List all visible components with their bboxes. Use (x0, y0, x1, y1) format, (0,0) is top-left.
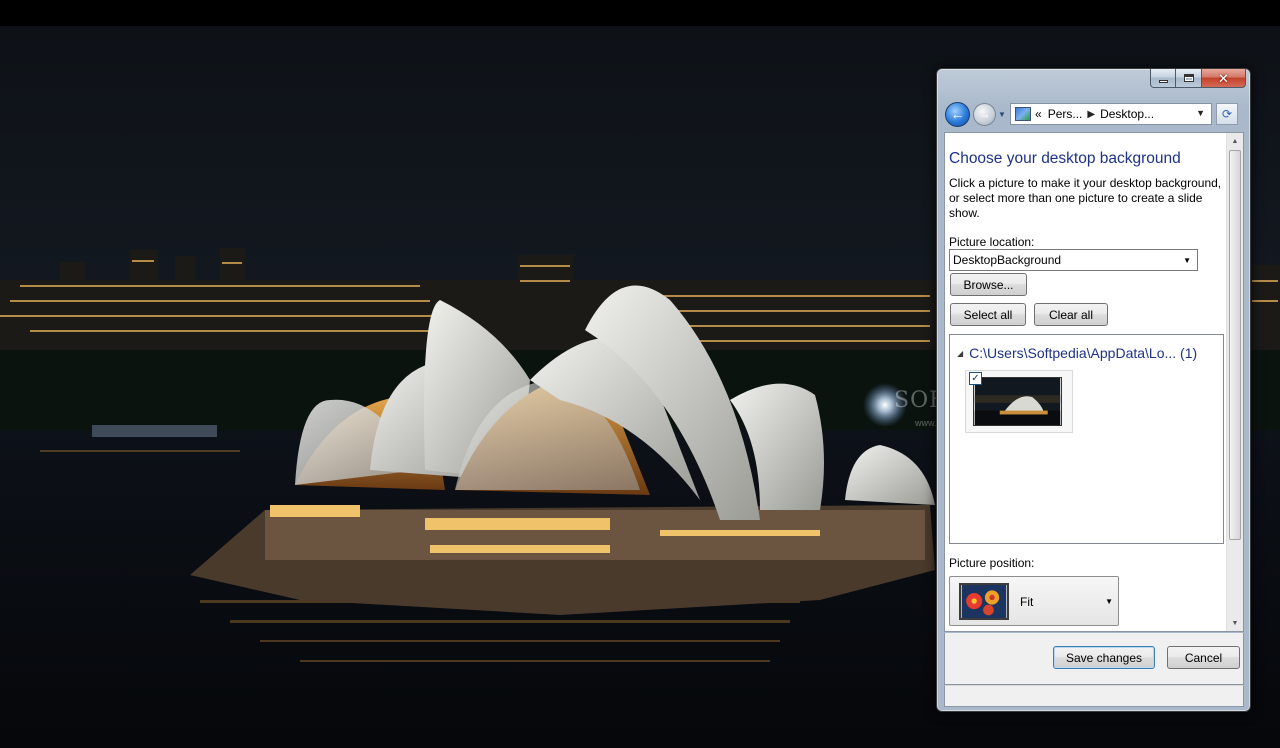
picture-position-value: Fit (1020, 595, 1034, 609)
browse-button[interactable]: Browse... (950, 273, 1027, 296)
picture-position-label: Picture position: (949, 556, 1035, 570)
chevron-down-icon: ▼ (1105, 597, 1113, 606)
minimize-button[interactable] (1150, 69, 1176, 88)
picture-group-path: C:\Users\Softpedia\AppData\Lo... (1) (969, 345, 1198, 361)
dialog-footer: Save changes Cancel (944, 633, 1244, 685)
picture-location-value: DesktopBackground (953, 253, 1062, 267)
recent-pages-dropdown[interactable]: ▼ (998, 110, 1008, 119)
minimize-icon (1158, 79, 1168, 83)
picture-location-select[interactable]: DesktopBackground ▼ (949, 249, 1198, 271)
forward-arrow-icon: → (978, 107, 991, 121)
picture-position-select[interactable]: Fit ▼ (949, 576, 1119, 626)
desktop-background-window: ✕ ← → ▼ « Pers... ▶ Desktop... ▼ ⟳ Choos… (936, 68, 1251, 712)
navigation-bar: ← → ▼ « Pers... ▶ Desktop... ▼ ⟳ (945, 101, 1242, 127)
maximize-button[interactable] (1176, 69, 1202, 88)
address-dropdown-icon[interactable]: ▼ (1196, 108, 1205, 118)
caption-buttons: ✕ (1150, 69, 1246, 88)
address-bar[interactable]: « Pers... ▶ Desktop... ▼ (1010, 103, 1212, 125)
clear-all-button[interactable]: Clear all (1034, 303, 1108, 326)
collapse-icon[interactable]: ◢ (957, 349, 963, 358)
chevron-down-icon: ▼ (1183, 256, 1191, 265)
picture-thumbnail[interactable]: ✓ (965, 370, 1073, 433)
status-bar (944, 685, 1244, 707)
breadcrumb-personalization[interactable]: Pers... (1048, 107, 1083, 121)
breadcrumb-desktop-background[interactable]: Desktop... (1100, 107, 1154, 121)
thumbnail-image (973, 377, 1062, 426)
thumbnail-checkbox[interactable]: ✓ (969, 372, 982, 385)
refresh-button[interactable]: ⟳ (1216, 103, 1238, 125)
scroll-up-icon[interactable]: ▲ (1227, 133, 1243, 149)
breadcrumb-prefix[interactable]: « (1035, 107, 1042, 121)
save-changes-button[interactable]: Save changes (1053, 646, 1155, 669)
close-icon: ✕ (1218, 70, 1229, 86)
screen-top-bar (0, 0, 1280, 26)
close-button[interactable]: ✕ (1202, 69, 1246, 88)
scroll-thumb[interactable] (1229, 150, 1241, 540)
scroll-down-icon[interactable]: ▼ (1227, 615, 1243, 631)
position-preview-icon (959, 583, 1009, 620)
control-panel-icon (1015, 107, 1031, 121)
page-title: Choose your desktop background (949, 150, 1181, 167)
cancel-button[interactable]: Cancel (1167, 646, 1240, 669)
back-button[interactable]: ← (945, 101, 970, 127)
back-arrow-icon: ← (950, 106, 965, 122)
page-description: Click a picture to make it your desktop … (949, 176, 1222, 220)
breadcrumb-separator-icon[interactable]: ▶ (1087, 109, 1095, 120)
maximize-icon (1183, 74, 1194, 82)
content-pane: Choose your desktop background Click a p… (944, 132, 1244, 632)
vertical-scrollbar[interactable]: ▲ ▼ (1226, 133, 1243, 631)
select-all-button[interactable]: Select all (950, 303, 1026, 326)
picture-location-label: Picture location: (949, 235, 1035, 249)
picture-group-header[interactable]: ◢ C:\Users\Softpedia\AppData\Lo... (1) (957, 345, 1197, 361)
refresh-icon: ⟳ (1221, 107, 1233, 121)
picture-gallery: ◢ C:\Users\Softpedia\AppData\Lo... (1) ✓ (949, 334, 1224, 544)
forward-button[interactable]: → (973, 102, 996, 126)
